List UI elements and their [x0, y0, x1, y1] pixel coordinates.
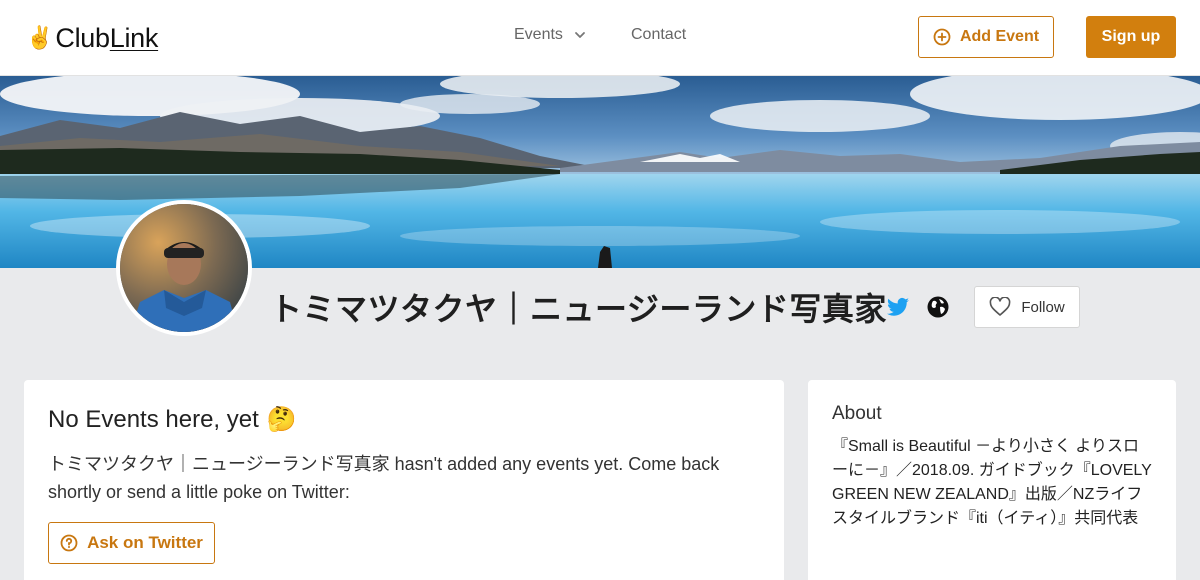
follow-button[interactable]: Follow: [974, 286, 1080, 328]
add-event-button[interactable]: Add Event: [918, 16, 1054, 58]
profile-avatar: [116, 200, 252, 336]
site-header: ✌️ ClubLink Events Contact Add Event Sig…: [0, 0, 1200, 76]
ask-on-twitter-label: Ask on Twitter: [87, 533, 203, 552]
events-empty-message: トミマツタクヤ｜ニュージーランド写真家 hasn't added any eve…: [48, 454, 720, 502]
victory-hand-icon: ✌️: [26, 25, 54, 50]
follow-label: Follow: [1021, 298, 1065, 316]
nav-events-dropdown[interactable]: Events: [514, 26, 587, 44]
events-title-text: No Events here, yet: [48, 406, 259, 433]
add-event-label: Add Event: [959, 28, 1040, 45]
about-heading: About: [832, 403, 882, 424]
profile-name: トミマツタクヤ｜ニュージーランド写真家: [270, 291, 887, 327]
about-card: About 『Small is Beautiful －より小さく よりスローに－…: [808, 380, 1176, 580]
ask-on-twitter-button[interactable]: Ask on Twitter: [48, 522, 215, 564]
chevron-down-icon: [575, 32, 585, 38]
twitter-icon[interactable]: [886, 295, 910, 319]
nav-events-label: Events: [514, 26, 563, 43]
help-circle-icon: [60, 534, 78, 552]
heart-icon: [989, 297, 1011, 316]
nav-contact-link[interactable]: Contact: [631, 26, 686, 44]
thinking-face-icon: 🤔: [266, 406, 297, 433]
about-text: 『Small is Beautiful －より小さく よりスローに－』／2018…: [832, 438, 1152, 527]
plus-circle-icon: [933, 28, 951, 46]
events-heading: No Events here, yet 🤔: [48, 404, 760, 436]
clublink-logo[interactable]: ✌️ ClubLink: [26, 22, 158, 54]
globe-icon[interactable]: [926, 295, 950, 319]
logo-text: ClubLink: [55, 23, 159, 53]
sign-up-button[interactable]: Sign up: [1086, 16, 1176, 58]
events-card: No Events here, yet 🤔 トミマツタクヤ｜ニュージーランド写真…: [24, 380, 784, 580]
